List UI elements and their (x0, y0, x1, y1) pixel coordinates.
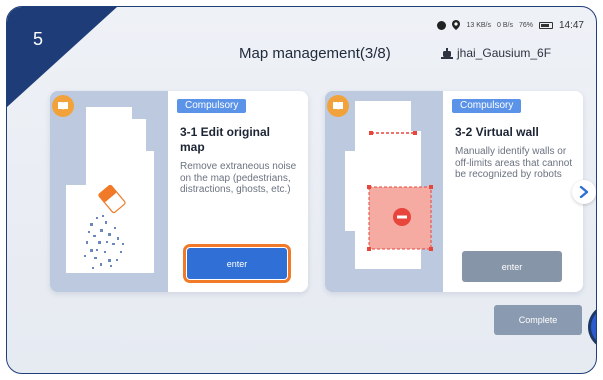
mobile-data-speed: 13 KB/s (466, 21, 491, 29)
enter-button[interactable]: enter (462, 251, 562, 282)
map-illustration (325, 91, 443, 292)
next-page-button[interactable] (572, 180, 596, 204)
location-icon (452, 20, 461, 30)
robot-name: jhai_Gausium_6F (457, 46, 552, 60)
clock: 14:47 (558, 19, 584, 31)
card-heading: 3-1 Edit original map (180, 125, 271, 154)
robot-icon (441, 47, 453, 59)
step-number: 5 (33, 29, 44, 49)
map-preview (50, 91, 168, 292)
notification-icon (437, 20, 447, 30)
compulsory-tag: Compulsory (177, 99, 247, 113)
book-icon (52, 95, 74, 117)
complete-button[interactable]: Complete (494, 305, 582, 335)
task-card-virtual-wall: Compulsory 3-2 Virtual wall Manually ide… (325, 91, 583, 292)
card-description: Remove extraneous noise on the map (pede… (180, 161, 297, 195)
status-bar: 13 KB/s 0 B/s 76% 14:47 (437, 17, 584, 33)
robot-indicator: jhai_Gausium_6F (441, 46, 551, 60)
task-card-edit-map: Compulsory 3-1 Edit original map Remove … (50, 91, 308, 292)
book-icon (327, 95, 349, 117)
card-heading: 3-2 Virtual wall (455, 125, 539, 139)
chevron-right-icon (579, 186, 589, 198)
wifi-speed: 0 B/s (497, 21, 513, 29)
map-preview (325, 91, 443, 292)
map-illustration (50, 91, 168, 292)
battery-icon (538, 21, 553, 29)
battery-percent: 76% (518, 21, 533, 29)
floating-action-button[interactable] (591, 307, 596, 347)
page-title: Map management(3/8) (239, 45, 391, 62)
card-description: Manually identify walls or off-limits ar… (455, 146, 573, 180)
app-screen: 5 13 KB/s 0 B/s 76% 14:47 Map management… (6, 6, 597, 374)
compulsory-tag: Compulsory (452, 99, 522, 113)
enter-button[interactable]: enter (183, 244, 291, 283)
